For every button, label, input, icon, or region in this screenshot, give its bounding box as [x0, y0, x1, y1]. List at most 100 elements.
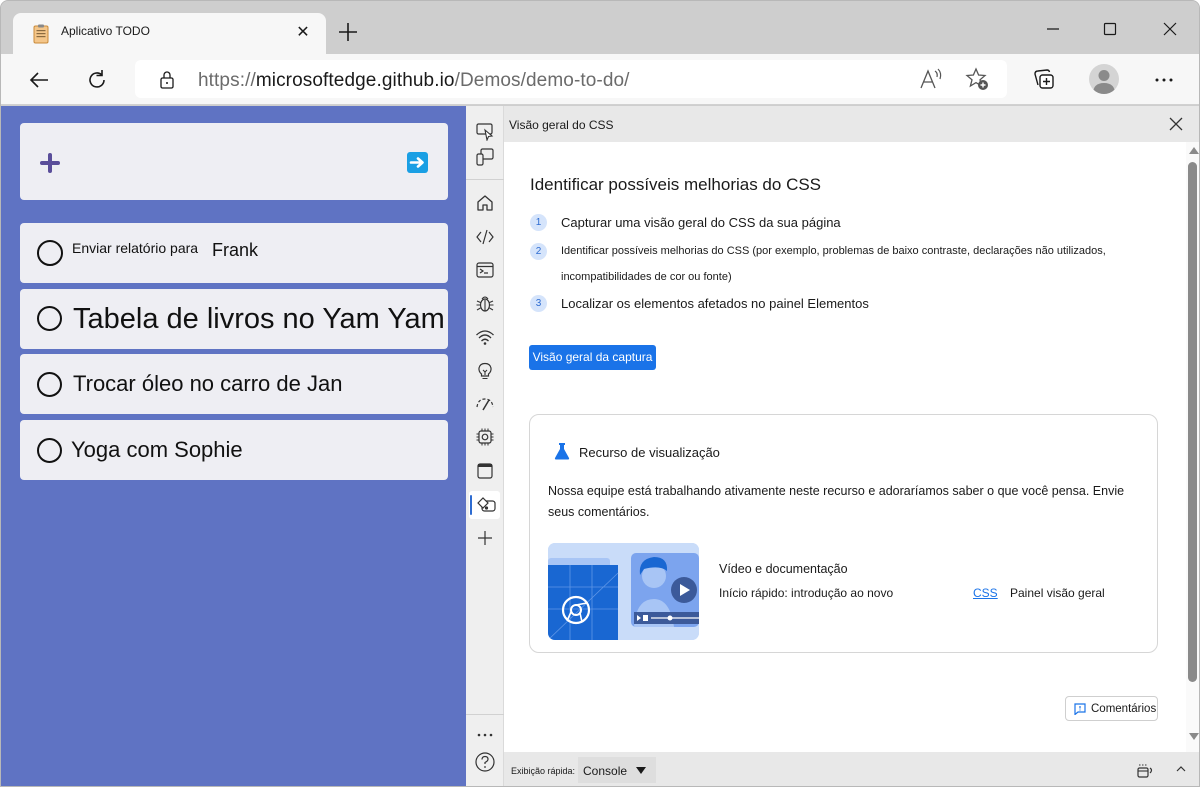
scroll-thumb[interactable]: [1188, 162, 1197, 682]
close-panel-icon[interactable]: [1166, 114, 1186, 134]
lock-icon: [160, 71, 174, 89]
close-tab-icon[interactable]: ✕: [295, 25, 311, 41]
task-text: Yoga com Sophie: [71, 437, 243, 462]
quick-view-label: Exibição rápida:: [511, 766, 576, 776]
quickstart-link[interactable]: Início rápido: introdução ao novo CSS Pa…: [719, 586, 1105, 600]
person-icon: [1093, 70, 1115, 94]
preview-feature-card: Recurso de visualização Nossa equipe est…: [529, 414, 1158, 653]
tab-title: Aplicativo TODO: [61, 24, 150, 38]
arrow-right-icon: [409, 157, 424, 168]
application-icon[interactable]: [474, 460, 496, 482]
scroll-up-arrow[interactable]: [1189, 147, 1199, 154]
submit-button[interactable]: [407, 152, 428, 173]
divider: [466, 714, 504, 715]
video-thumbnail[interactable]: [548, 543, 699, 640]
more-button[interactable]: [1148, 64, 1180, 96]
todo-item[interactable]: Trocar óleo no carro de Jan: [20, 354, 448, 414]
url-text[interactable]: https://microsoftedge.github.io/Demos/de…: [198, 70, 630, 92]
chevron-up-icon[interactable]: [1174, 762, 1188, 776]
step-number: 3: [530, 295, 547, 312]
panel-header: Visão geral do CSS: [504, 106, 1199, 142]
address-bar[interactable]: https://microsoftedge.github.io/Demos/de…: [135, 60, 1007, 98]
home-icon[interactable]: [474, 192, 496, 214]
back-button[interactable]: [23, 64, 55, 96]
new-task-form[interactable]: [20, 123, 448, 200]
url-host: microsoftedge.github.io: [255, 70, 455, 91]
memory-icon[interactable]: [474, 426, 496, 448]
scroll-down-arrow[interactable]: [1189, 733, 1199, 740]
task-checkbox[interactable]: [37, 438, 62, 463]
task-checkbox[interactable]: [37, 372, 62, 397]
url-path: /Demos/demo-to-do/: [454, 70, 630, 91]
help-icon[interactable]: [474, 751, 496, 773]
todo-page: Enviar relatório para Frank Tabela de li…: [1, 106, 466, 786]
quick-view-selected: Console: [583, 764, 628, 778]
active-indicator: [470, 495, 472, 515]
inspect-icon[interactable]: [474, 120, 496, 142]
step-text: Identificar possíveis melhorias do CSS (…: [561, 245, 1106, 283]
collections-button[interactable]: [1029, 64, 1061, 96]
step-text: Capturar uma visão geral do CSS da sua p…: [561, 215, 841, 230]
link-prefix: Início rápido: introdução ao novo: [719, 586, 894, 600]
css-link[interactable]: CSS: [973, 586, 998, 600]
refresh-icon: [89, 70, 105, 88]
device-emulation-icon[interactable]: [474, 146, 496, 168]
window-close-icon[interactable]: [1156, 15, 1184, 43]
css-overview-icon[interactable]: [475, 494, 497, 516]
performance-icon[interactable]: [474, 393, 496, 415]
console-icon[interactable]: [474, 259, 496, 281]
add-tool-icon[interactable]: [474, 527, 496, 549]
minimize-icon[interactable]: [1039, 15, 1067, 43]
task-text-prefix: Enviar relatório para: [72, 240, 199, 256]
refresh-button[interactable]: [81, 64, 113, 96]
browser-tab[interactable]: Aplicativo TODO ✕: [13, 13, 326, 55]
todo-item[interactable]: Enviar relatório para Frank: [20, 223, 448, 283]
clipboard-icon: [33, 24, 49, 44]
sources-bug-icon[interactable]: [474, 293, 496, 315]
quick-view-drawer: Exibição rápida: Console: [504, 752, 1199, 786]
network-icon[interactable]: [474, 326, 496, 348]
feedback-button[interactable]: Comentários: [1065, 696, 1158, 721]
maximize-icon[interactable]: [1096, 15, 1124, 43]
video-illustration: [548, 543, 699, 640]
elements-icon[interactable]: [474, 226, 496, 248]
feedback-icon: [1074, 703, 1086, 715]
panel-scrollbar[interactable]: [1186, 142, 1199, 752]
tab-strip: Aplicativo TODO ✕: [1, 1, 1199, 55]
arrow-left-icon: [29, 72, 48, 88]
feedback-label: Comentários: [1091, 703, 1157, 715]
dock-icon[interactable]: [1136, 762, 1156, 778]
divider: [466, 179, 504, 180]
lightbulb-icon[interactable]: [474, 360, 496, 382]
step-text: Localizar os elementos afetados no paine…: [561, 296, 869, 311]
browser-toolbar: https://microsoftedge.github.io/Demos/de…: [1, 54, 1199, 105]
todo-item[interactable]: Yoga com Sophie: [20, 420, 448, 480]
task-text: Trocar óleo no carro de Jan: [73, 371, 343, 396]
collections-icon: [1034, 69, 1054, 89]
link-suffix: Painel visão geral: [1010, 586, 1105, 600]
overview-heading: Identificar possíveis melhorias do CSS: [530, 175, 822, 194]
step-number: 2: [530, 243, 547, 260]
more-icon: [1155, 78, 1173, 82]
flask-icon: [554, 443, 570, 460]
task-checkbox[interactable]: [37, 306, 62, 331]
capture-overview-button[interactable]: Visão geral da captura: [529, 345, 656, 370]
task-text-suffix: Frank: [212, 240, 259, 260]
read-aloud-icon[interactable]: [918, 68, 944, 90]
profile-avatar[interactable]: [1089, 64, 1119, 94]
more-tools-icon[interactable]: [474, 724, 496, 746]
new-tab-button[interactable]: [335, 19, 361, 45]
preview-description: Nossa equipe está trabalhando ativamente…: [548, 484, 1125, 519]
preview-title: Recurso de visualização: [579, 445, 720, 460]
step-number: 1: [530, 214, 547, 231]
chevron-down-icon: [636, 767, 646, 774]
favorite-add-icon[interactable]: [965, 67, 991, 93]
css-overview-panel: Identificar possíveis melhorias do CSS 1…: [504, 142, 1186, 752]
todo-item[interactable]: Tabela de livros no Yam Yam: [20, 289, 448, 349]
task-checkbox[interactable]: [37, 240, 63, 266]
task-text: Tabela de livros no Yam Yam: [73, 303, 445, 335]
devtools-activity-bar: [466, 106, 504, 786]
plus-icon: [40, 153, 60, 173]
quick-view-select[interactable]: Console: [578, 757, 656, 783]
panel-title: Visão geral do CSS: [509, 118, 614, 132]
